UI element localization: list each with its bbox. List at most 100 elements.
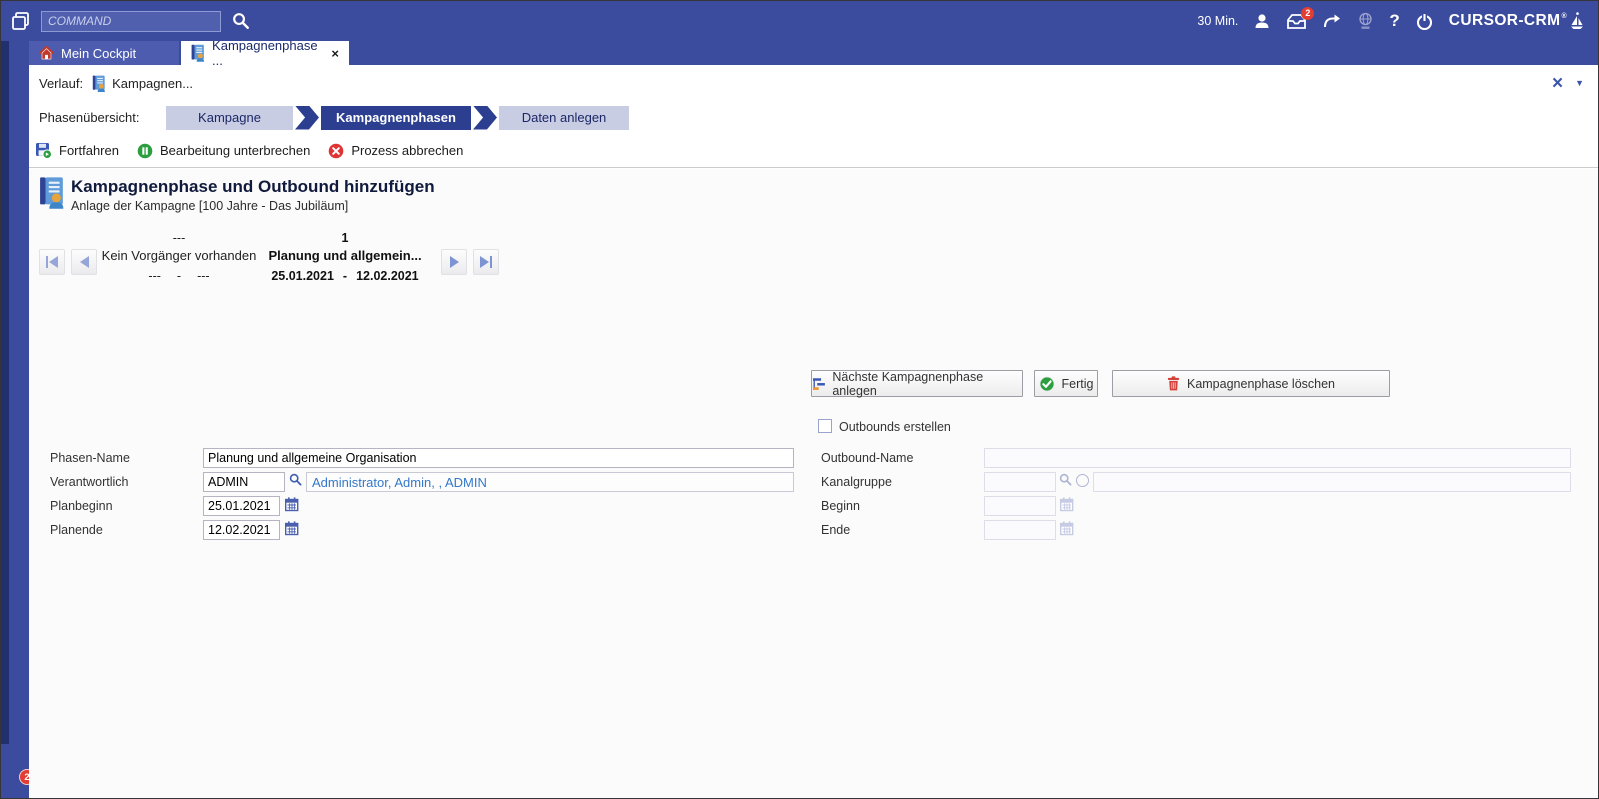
current-phase-dates: 25.01.2021 - 12.02.2021 (271, 266, 418, 286)
panel-caret-down-icon[interactable]: ▼ (1575, 78, 1584, 88)
last-record-button[interactable] (473, 249, 499, 275)
phase-name-input[interactable] (203, 448, 794, 468)
plan-end-label: Planende (50, 523, 103, 537)
session-timer: 30 Min. (1197, 14, 1238, 28)
abort-process-label: Prozess abbrechen (351, 143, 463, 158)
step-kampagne[interactable]: Kampagne (166, 106, 293, 130)
top-bar: 30 Min. 2 (1, 1, 1598, 41)
current-phase-index: 1 (342, 225, 349, 245)
outbound-end-label: Ende (821, 523, 850, 537)
brand-registered-mark: ® (1561, 13, 1567, 20)
plan-end-calendar-icon[interactable] (285, 521, 299, 536)
next-record-button[interactable] (441, 249, 467, 275)
date-separator: - (343, 269, 347, 283)
channel-group-search-icon (1059, 473, 1073, 487)
content-area: Verlauf: Kampagnen... × ▼ Phasenübersich… (29, 65, 1598, 798)
home-icon (39, 46, 54, 60)
delete-phase-label: Kampagnenphase löschen (1187, 377, 1335, 391)
previous-phase-index: --- (173, 225, 186, 245)
tab-mein-cockpit[interactable]: Mein Cockpit (29, 41, 179, 65)
history-entry-link[interactable]: Kampagnen... (112, 76, 193, 91)
brand-text: CURSOR-CRM (1449, 12, 1561, 30)
inbox-icon[interactable]: 2 (1286, 13, 1307, 30)
create-outbounds-label: Outbounds erstellen (839, 420, 951, 434)
phase-overview-row: Phasenübersicht: Kampagne Kampagnenphase… (29, 101, 1598, 134)
tab-close-icon[interactable]: × (331, 47, 339, 60)
search-icon[interactable] (232, 12, 251, 31)
redo-arrow-icon[interactable] (1322, 13, 1342, 29)
delete-phase-button[interactable]: Kampagnenphase löschen (1112, 370, 1390, 397)
channel-group-clear-circle-icon (1076, 474, 1089, 487)
step-kampagnenphasen[interactable]: Kampagnenphasen (321, 106, 471, 130)
responsible-input[interactable] (203, 472, 285, 492)
responsible-display-link[interactable]: Administrator, Admin, , ADMIN (306, 472, 794, 492)
done-label: Fertig (1062, 377, 1094, 391)
channel-group-input (984, 472, 1056, 492)
step-daten-anlegen[interactable]: Daten anlegen (499, 106, 629, 130)
continue-label: Fortfahren (59, 143, 119, 158)
outbound-start-input (984, 496, 1056, 516)
first-record-button[interactable] (39, 249, 65, 275)
phase-name-label: Phasen-Name (50, 451, 130, 465)
plan-start-calendar-icon[interactable] (285, 497, 299, 512)
brand-logo: CURSOR-CRM® (1449, 12, 1584, 30)
sailboat-icon (1570, 12, 1584, 30)
responsible-search-icon[interactable] (289, 473, 303, 487)
save-continue-icon (35, 142, 52, 159)
inbox-badge: 2 (1301, 7, 1314, 20)
pause-icon (137, 143, 153, 159)
current-phase-summary: 1 Planung und allgemein... 25.01.2021 - … (255, 225, 435, 286)
app-window: 30 Min. 2 (0, 0, 1599, 799)
panel-close-icon[interactable]: × (1552, 74, 1563, 93)
abort-process-button[interactable]: Prozess abbrechen (328, 143, 463, 159)
pause-editing-label: Bearbeitung unterbrechen (160, 143, 310, 158)
command-input[interactable] (41, 11, 221, 32)
step-chevron-icon (473, 106, 497, 130)
previous-phase-dates: --- - --- (148, 266, 209, 286)
step-chevron-icon (295, 106, 319, 130)
globe-icon[interactable] (1357, 12, 1374, 31)
history-row: Verlauf: Kampagnen... × ▼ (29, 65, 1598, 101)
outbound-end-input (984, 520, 1056, 540)
outbound-name-input (984, 448, 1571, 468)
channel-group-label: Kanalgruppe (821, 475, 892, 489)
create-next-phase-label: Nächste Kampagnenphase anlegen (832, 370, 1022, 398)
outbound-start-calendar-icon (1060, 497, 1074, 512)
campaign-phase-icon (92, 75, 106, 92)
current-phase-title: Planung und allgemein... (268, 245, 421, 266)
process-toolbar: Fortfahren Bearbeitung unterbrechen Proz… (29, 134, 1598, 168)
collapsed-sidebar-strip[interactable] (9, 41, 29, 798)
window-stack-icon[interactable] (9, 9, 33, 33)
responsible-label: Verantwortlich (50, 475, 129, 489)
previous-record-button[interactable] (71, 249, 97, 275)
topbar-right-cluster: 30 Min. 2 (1197, 11, 1598, 31)
channel-group-display-input (1093, 472, 1571, 492)
tab-label: Mein Cockpit (61, 46, 136, 61)
phase-overview-label: Phasenübersicht: (39, 110, 166, 125)
page-title: Kampagnenphase und Outbound hinzufügen (71, 177, 435, 197)
plan-start-input[interactable] (203, 496, 280, 516)
tab-kampagnenphase[interactable]: Kampagnenphase ... × (181, 41, 349, 65)
outbound-start-label: Beginn (821, 499, 860, 513)
date-separator: - (177, 269, 181, 283)
main-pane: Kampagnenphase und Outbound hinzufügen A… (29, 169, 1598, 798)
phase-hierarchy-icon (812, 377, 825, 391)
check-icon (1039, 376, 1055, 392)
tab-label: Kampagnenphase ... (212, 38, 324, 68)
pause-editing-button[interactable]: Bearbeitung unterbrechen (137, 143, 310, 159)
plan-end-input[interactable] (203, 520, 280, 540)
continue-button[interactable]: Fortfahren (35, 142, 119, 159)
previous-phase-title: Kein Vorgänger vorhanden (102, 245, 257, 266)
help-icon[interactable]: ? (1389, 11, 1399, 31)
tab-bar: Mein Cockpit Kampagnenphase ... × (1, 41, 1598, 65)
user-icon[interactable] (1253, 12, 1271, 30)
outbound-name-label: Outbound-Name (821, 451, 913, 465)
done-button[interactable]: Fertig (1034, 370, 1098, 397)
power-icon[interactable] (1415, 12, 1434, 31)
campaign-phase-icon (39, 176, 65, 209)
date-from: 25.01.2021 (271, 269, 334, 283)
create-next-phase-button[interactable]: Nächste Kampagnenphase anlegen (811, 370, 1023, 397)
history-label: Verlauf: (39, 76, 83, 91)
cancel-icon (328, 143, 344, 159)
create-outbounds-checkbox[interactable] (818, 419, 832, 433)
